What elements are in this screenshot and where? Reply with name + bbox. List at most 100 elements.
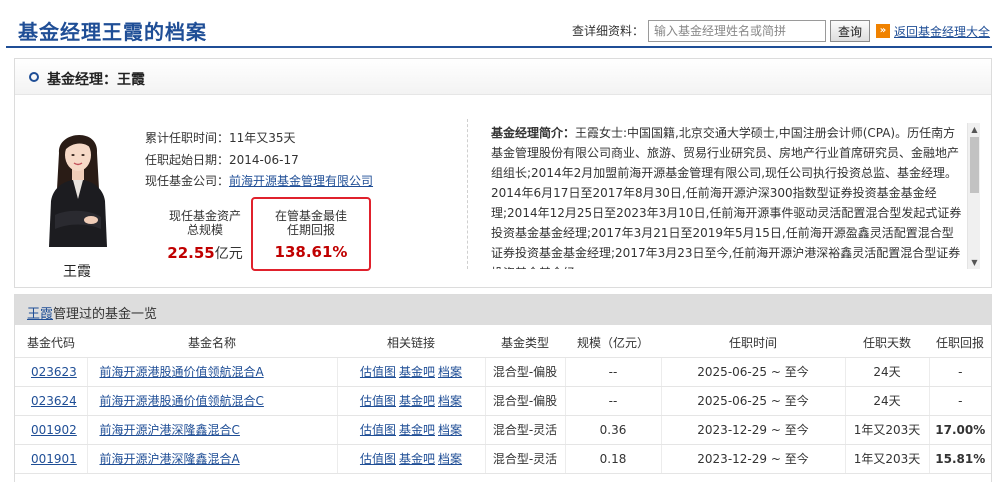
best-return-value: 138.61% bbox=[274, 243, 348, 261]
tenure-return: 17.00% bbox=[928, 415, 991, 445]
total-assets-stat: 现任基金资产 总规模 22.55亿元 bbox=[157, 209, 253, 263]
fund-archive-link[interactable]: 档案 bbox=[438, 394, 462, 408]
tenure-period: 2025-06-25 ~ 至今 bbox=[660, 386, 845, 416]
profile-header: 基金经理：王霞 bbox=[15, 59, 991, 95]
funds-section-title: 王霞管理过的基金一览 bbox=[27, 303, 157, 322]
tenure-return: - bbox=[928, 357, 991, 387]
fund-code-link[interactable]: 023623 bbox=[31, 365, 77, 379]
best-return-label-1: 在管基金最佳 bbox=[274, 209, 347, 223]
fund-archive-link[interactable]: 档案 bbox=[438, 452, 462, 466]
column-header: 基金名称 bbox=[87, 329, 337, 358]
scroll-up-arrow-icon[interactable]: ▲ bbox=[968, 123, 981, 136]
manager-bio: 基金经理简介：王霞女士:中国国籍,北京交通大学硕士,中国注册会计师(CPA)。历… bbox=[491, 123, 965, 269]
fund-name-link[interactable]: 前海开源沪港深隆鑫混合A bbox=[100, 452, 240, 466]
fund-scale: -- bbox=[564, 386, 661, 416]
fund-code-link[interactable]: 023624 bbox=[31, 394, 77, 408]
total-assets-value: 22.55亿元 bbox=[157, 243, 253, 263]
manager-profile-panel: 基金经理：王霞 王霞 累计任职时间：11年又35天 任职起始日期：2014-06… bbox=[14, 58, 992, 288]
total-assets-unit: 亿元 bbox=[214, 246, 243, 262]
tenure-label: 累计任职时间： bbox=[145, 131, 230, 145]
total-assets-number: 22.55 bbox=[167, 244, 215, 262]
bio-title: 基金经理简介： bbox=[491, 126, 576, 140]
total-assets-label-1: 现任基金资产 bbox=[168, 209, 241, 223]
tenure-row: 累计任职时间：11年又35天 bbox=[145, 129, 296, 146]
fund-type: 混合型-灵活 bbox=[484, 415, 565, 445]
fund-type: 混合型-偏股 bbox=[484, 357, 565, 387]
fund-archive-link[interactable]: 档案 bbox=[438, 423, 462, 437]
table-row: 001901 前海开源沪港深隆鑫混合A 估值图 基金吧 档案 混合型-灵活 0.18… bbox=[15, 444, 991, 474]
fund-scale: 0.36 bbox=[564, 415, 661, 445]
circle-bullet-icon bbox=[29, 72, 39, 82]
fund-code-link[interactable]: 001902 bbox=[31, 423, 77, 437]
tenure-days: 1年又203天 bbox=[844, 415, 929, 445]
column-header: 相关链接 bbox=[337, 329, 485, 358]
start-date-label: 任职起始日期： bbox=[145, 153, 230, 167]
company-row: 现任基金公司：前海开源基金管理有限公司 bbox=[145, 172, 373, 189]
fund-forum-link[interactable]: 基金吧 bbox=[399, 423, 435, 437]
return-to-manager-list-link[interactable]: 返回基金经理大全 bbox=[894, 23, 990, 40]
valuation-chart-link[interactable]: 估值图 bbox=[360, 394, 396, 408]
fund-name-link[interactable]: 前海开源港股通价值领航混合C bbox=[100, 394, 264, 408]
column-header: 任职时间 bbox=[661, 329, 845, 358]
table-row: 023623 前海开源港股通价值领航混合A 估值图 基金吧 档案 混合型-偏股 --… bbox=[15, 357, 991, 387]
page-title: 基金经理王霞的档案 bbox=[18, 20, 207, 44]
double-chevron-right-icon: » bbox=[876, 24, 890, 38]
column-header: 基金代码 bbox=[15, 329, 87, 358]
tenure-days: 24天 bbox=[844, 357, 929, 387]
funds-section-header: 王霞管理过的基金一览 bbox=[15, 295, 991, 325]
scroll-thumb[interactable] bbox=[970, 137, 979, 193]
tenure-return: 15.81% bbox=[928, 444, 991, 474]
fund-forum-link[interactable]: 基金吧 bbox=[399, 394, 435, 408]
total-assets-label-2: 总规模 bbox=[186, 223, 223, 237]
bio-scrollbar[interactable]: ▲ ▼ bbox=[967, 123, 980, 269]
managed-funds-section: 王霞管理过的基金一览 基金代码 基金名称 相关链接 基金类型 规模（亿元） 任职… bbox=[14, 294, 992, 482]
fund-scale: -- bbox=[564, 357, 661, 387]
best-return-stat: 在管基金最佳 任期回报 138.61% bbox=[251, 197, 371, 271]
scroll-down-arrow-icon[interactable]: ▼ bbox=[968, 256, 981, 269]
tenure-days: 24天 bbox=[844, 386, 929, 416]
best-return-label-2: 任期回报 bbox=[286, 223, 335, 237]
fund-archive-link[interactable]: 档案 bbox=[438, 365, 462, 379]
search-label: 查详细资料： bbox=[572, 24, 645, 38]
start-date-row: 任职起始日期：2014-06-17 bbox=[145, 151, 299, 168]
title-underline bbox=[6, 46, 992, 48]
fund-name-link[interactable]: 前海开源港股通价值领航混合A bbox=[100, 365, 264, 379]
manager-name: 王霞 bbox=[63, 264, 91, 280]
vertical-divider bbox=[467, 119, 468, 269]
top-bar: 基金经理王霞的档案 查详细资料： 查询 » 返回基金经理大全 bbox=[0, 0, 998, 52]
fund-scale: 0.18 bbox=[564, 444, 661, 474]
manager-photo bbox=[43, 123, 113, 247]
company-label: 现任基金公司： bbox=[145, 174, 230, 188]
valuation-chart-link[interactable]: 估值图 bbox=[360, 365, 396, 379]
bio-text: 王霞女士:中国国籍,北京交通大学硕士,中国注册会计师(CPA)。历任南方基金管理… bbox=[491, 126, 962, 269]
company-link[interactable]: 前海开源基金管理有限公司 bbox=[229, 174, 373, 188]
valuation-chart-link[interactable]: 估值图 bbox=[360, 452, 396, 466]
column-header: 任职回报 bbox=[929, 329, 991, 358]
valuation-chart-link[interactable]: 估值图 bbox=[360, 423, 396, 437]
tenure-period: 2025-06-25 ~ 至今 bbox=[660, 357, 845, 387]
table-row: 001902 前海开源沪港深隆鑫混合C 估值图 基金吧 档案 混合型-灵活 0.36… bbox=[15, 415, 991, 445]
fund-forum-link[interactable]: 基金吧 bbox=[399, 452, 435, 466]
tenure-period: 2023-12-29 ~ 至今 bbox=[660, 415, 845, 445]
column-header: 规模（亿元） bbox=[565, 329, 661, 358]
tenure-value: 11年又35天 bbox=[229, 131, 296, 145]
start-date-value: 2014-06-17 bbox=[229, 153, 299, 167]
fund-type: 混合型-灵活 bbox=[484, 444, 565, 474]
column-header: 任职天数 bbox=[845, 329, 929, 358]
fund-type: 混合型-偏股 bbox=[484, 386, 565, 416]
column-header: 基金类型 bbox=[485, 329, 565, 358]
manager-name-link[interactable]: 王霞 bbox=[27, 307, 53, 322]
tenure-return: - bbox=[928, 386, 991, 416]
table-header-row: 基金代码 基金名称 相关链接 基金类型 规模（亿元） 任职时间 任职天数 任职回… bbox=[15, 329, 991, 358]
manager-heading: 基金经理：王霞 bbox=[47, 72, 145, 88]
fund-name-link[interactable]: 前海开源沪港深隆鑫混合C bbox=[100, 423, 240, 437]
funds-table: 基金代码 基金名称 相关链接 基金类型 规模（亿元） 任职时间 任职天数 任职回… bbox=[15, 329, 991, 474]
tenure-days: 1年又203天 bbox=[844, 444, 929, 474]
fund-code-link[interactable]: 001901 bbox=[31, 452, 77, 466]
search-input[interactable] bbox=[648, 20, 826, 42]
funds-title-suffix: 管理过的基金一览 bbox=[53, 307, 158, 322]
fund-forum-link[interactable]: 基金吧 bbox=[399, 365, 435, 379]
search-button[interactable]: 查询 bbox=[830, 20, 870, 42]
tenure-period: 2023-12-29 ~ 至今 bbox=[660, 444, 845, 474]
table-row: 023624 前海开源港股通价值领航混合C 估值图 基金吧 档案 混合型-偏股 --… bbox=[15, 386, 991, 416]
